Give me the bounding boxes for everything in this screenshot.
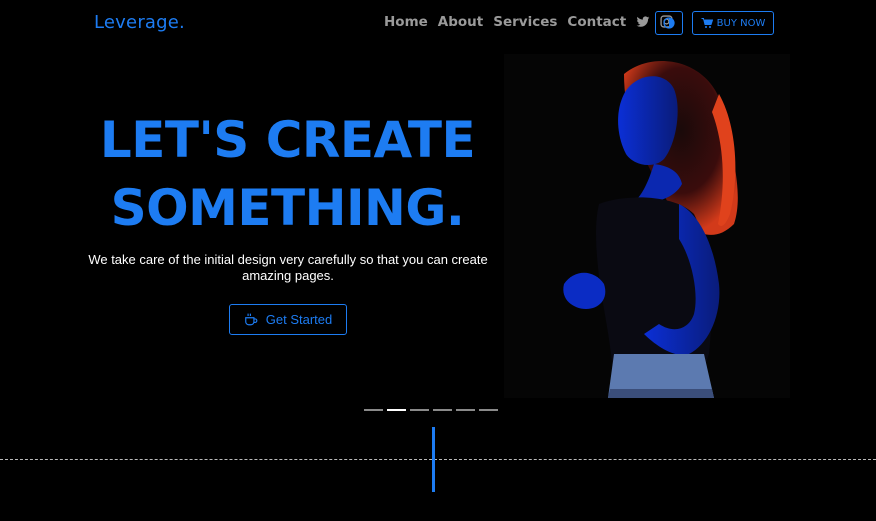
slider-dot[interactable]: [433, 409, 452, 411]
slider-indicators: [364, 409, 502, 411]
buy-now-label: BUY NOW: [716, 17, 766, 29]
theme-toggle-button[interactable]: [655, 11, 683, 35]
get-started-button[interactable]: Get Started: [229, 304, 347, 335]
coffee-icon: [244, 313, 258, 326]
slider-dot[interactable]: [479, 409, 498, 411]
hero-title-line1: LET'S CREATE: [99, 111, 476, 169]
nav-home[interactable]: Home: [384, 14, 428, 30]
hero-title: LET'S CREATE SOMETHING.: [60, 106, 515, 242]
nav-about[interactable]: About: [438, 14, 483, 30]
buy-now-button[interactable]: BUY NOW: [692, 11, 774, 35]
hero-title-line2: SOMETHING.: [110, 179, 465, 237]
hero-description: We take care of the initial design very …: [88, 252, 488, 283]
section-divider: [0, 459, 876, 460]
get-started-label: Get Started: [265, 312, 333, 327]
nav-services[interactable]: Services: [493, 14, 557, 30]
hero-image: [504, 54, 790, 398]
nav-contact[interactable]: Contact: [567, 14, 626, 30]
cart-icon: [701, 17, 713, 28]
slider-dot[interactable]: [456, 409, 475, 411]
twitter-icon[interactable]: [636, 15, 650, 29]
contrast-icon: [663, 17, 675, 29]
slider-dot[interactable]: [410, 409, 429, 411]
scroll-indicator: [432, 427, 435, 492]
slider-dot[interactable]: [364, 409, 383, 411]
main-nav: Home About Services Contact: [384, 14, 684, 30]
logo[interactable]: Leverage.: [94, 12, 185, 33]
slider-dot-active[interactable]: [387, 409, 406, 411]
